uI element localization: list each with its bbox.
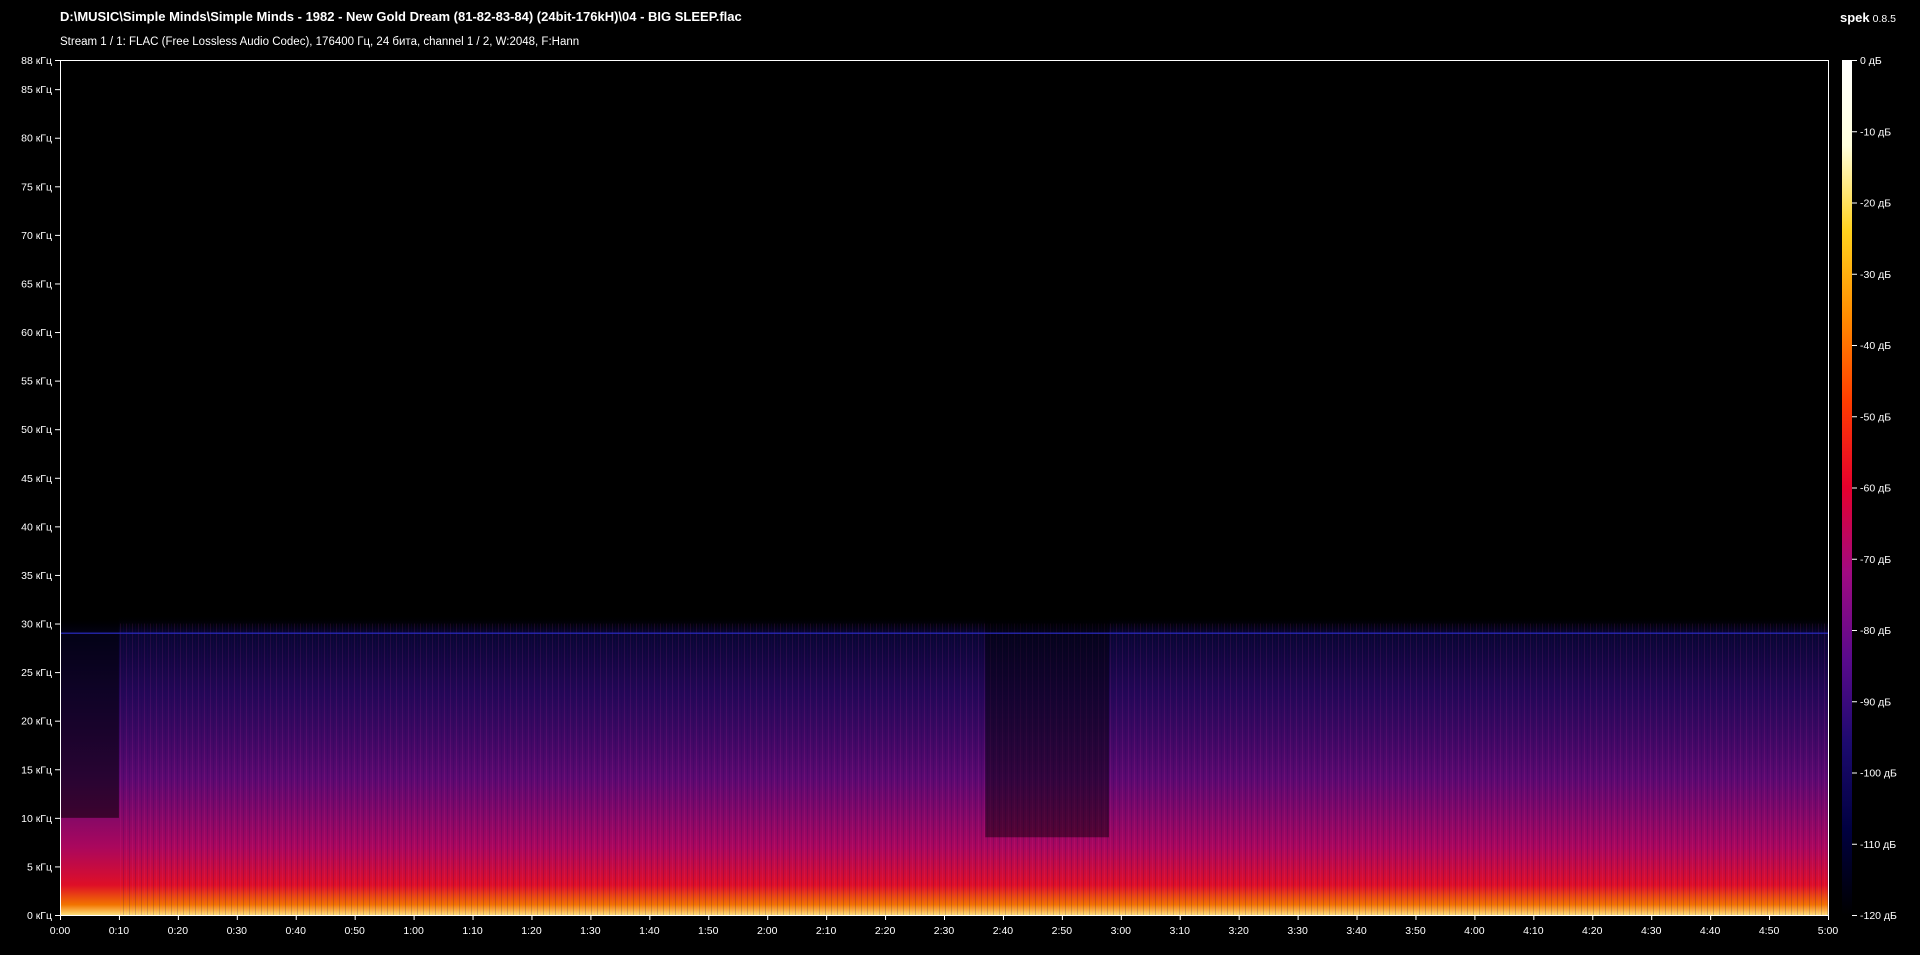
x-tick-label: 1:10 <box>462 925 483 937</box>
x-tick-label: 3:00 <box>1111 925 1132 937</box>
x-tick-label: 3:50 <box>1405 925 1426 937</box>
y-tick-label: 15 кГц <box>21 764 52 776</box>
x-tick-label: 1:30 <box>580 925 601 937</box>
x-tick-label: 0:00 <box>50 925 71 937</box>
x-tick-label: 4:20 <box>1582 925 1603 937</box>
x-tick-label: 1:50 <box>698 925 719 937</box>
x-tick-label: 3:30 <box>1287 925 1308 937</box>
y-tick-label: 20 кГц <box>21 716 52 728</box>
colorbar-tick-label: -110 дБ <box>1860 839 1896 851</box>
colorbar-tick-label: -70 дБ <box>1860 554 1891 566</box>
y-tick-label: 5 кГц <box>27 861 52 873</box>
time-axis: 0:00 0:10 0:20 0:30 0:40 0:50 1:00 1:10 1:20 1:30… <box>50 915 1839 937</box>
colorbar-tick-label: 0 дБ <box>1860 55 1882 67</box>
colorbar-tick-label: -40 дБ <box>1860 340 1891 352</box>
spectrogram-chart: 0 кГц 5 кГц 10 кГц 15 кГц 20 кГц 25 кГц 30 кГц… <box>21 55 1897 937</box>
colorbar-tick-label: -10 дБ <box>1860 126 1891 138</box>
spectrum-streaks <box>118 623 1828 915</box>
y-tick-label: 25 кГц <box>21 667 52 679</box>
x-tick-label: 1:00 <box>403 925 424 937</box>
x-tick-label: 4:50 <box>1759 925 1780 937</box>
x-tick-label: 4:40 <box>1700 925 1721 937</box>
x-tick-label: 0:30 <box>227 925 248 937</box>
colorbar-tick-label: -100 дБ <box>1860 768 1897 780</box>
x-tick-label: 4:00 <box>1464 925 1485 937</box>
y-tick-label: 30 кГц <box>21 619 52 631</box>
y-tick-label: 50 кГц <box>21 424 52 436</box>
x-tick-label: 2:40 <box>993 925 1014 937</box>
x-tick-label: 2:50 <box>1052 925 1073 937</box>
spectrum-layer <box>60 60 1828 915</box>
x-tick-label: 4:30 <box>1641 925 1662 937</box>
colorbar-tick-label: -90 дБ <box>1860 696 1891 708</box>
y-tick-label: 65 кГц <box>21 278 52 290</box>
y-tick-label: 45 кГц <box>21 473 52 485</box>
colorbar-tick-label: -80 дБ <box>1860 625 1891 637</box>
x-tick-label: 0:40 <box>286 925 307 937</box>
y-tick-label: 0 кГц <box>27 910 52 922</box>
x-tick-label: 3:40 <box>1346 925 1367 937</box>
y-tick-label: 35 кГц <box>21 570 52 582</box>
x-tick-label: 1:40 <box>639 925 660 937</box>
y-tick-label: 40 кГц <box>21 521 52 533</box>
x-tick-label: 2:20 <box>875 925 896 937</box>
y-tick-label: 10 кГц <box>21 813 52 825</box>
x-tick-label: 2:00 <box>757 925 778 937</box>
x-tick-label: 0:50 <box>344 925 365 937</box>
x-tick-label: 3:20 <box>1228 925 1249 937</box>
x-tick-label: 4:10 <box>1523 925 1544 937</box>
x-tick-label: 5:00 <box>1818 925 1839 937</box>
frequency-axis: 0 кГц 5 кГц 10 кГц 15 кГц 20 кГц 25 кГц 30 кГц… <box>21 55 60 922</box>
x-tick-label: 3:10 <box>1170 925 1191 937</box>
quiet-intro-region <box>60 60 119 818</box>
y-tick-label: 80 кГц <box>21 133 52 145</box>
x-tick-label: 2:10 <box>816 925 837 937</box>
y-tick-label: 60 кГц <box>21 327 52 339</box>
quiet-section-region <box>985 60 1110 838</box>
y-tick-label: 70 кГц <box>21 230 52 242</box>
y-tick-label: 55 кГц <box>21 376 52 388</box>
colorbar-tick-label: -20 дБ <box>1860 198 1891 210</box>
colorbar-tick-label: -60 дБ <box>1860 483 1891 495</box>
y-tick-label: 85 кГц <box>21 84 52 96</box>
y-tick-label: 88 кГц <box>21 55 52 67</box>
colorbar-tick-label: -50 дБ <box>1860 411 1891 423</box>
x-tick-label: 1:20 <box>521 925 542 937</box>
y-tick-label: 75 кГц <box>21 181 52 193</box>
colorbar-strip <box>1842 60 1852 915</box>
x-tick-label: 2:30 <box>934 925 955 937</box>
colorbar-tick-label: -120 дБ <box>1860 910 1897 922</box>
x-tick-label: 0:10 <box>109 925 130 937</box>
x-tick-label: 0:20 <box>168 925 189 937</box>
db-colorbar: 0 дБ -10 дБ -20 дБ -30 дБ -40 дБ -50 дБ -60 дБ… <box>1842 55 1897 922</box>
colorbar-tick-label: -30 дБ <box>1860 269 1891 281</box>
